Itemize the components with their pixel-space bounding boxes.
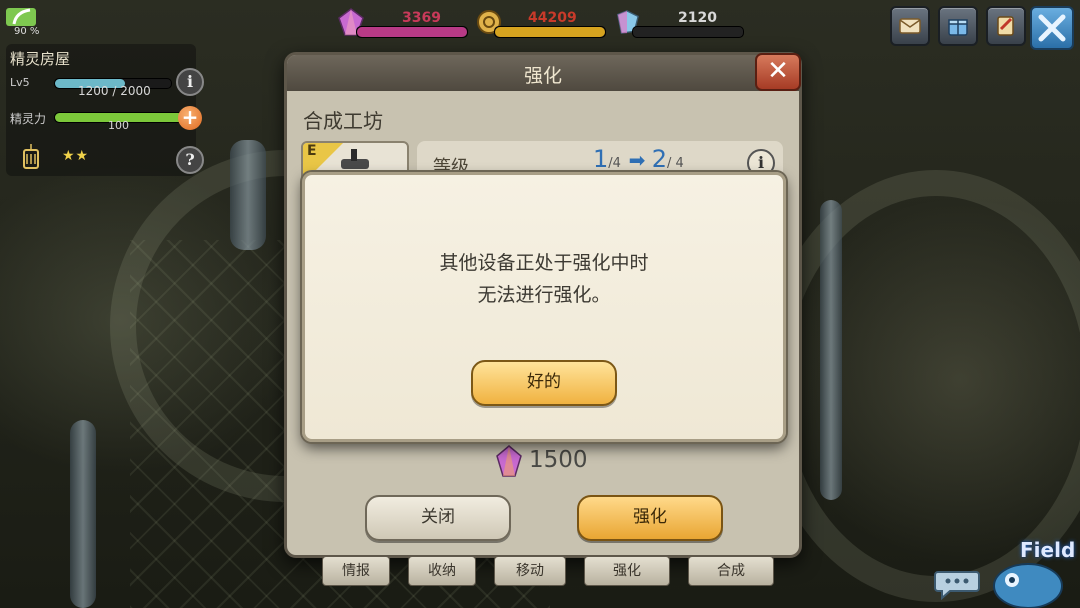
alert-dialog: 其他设备正处于强化中时 无法进行强化。 好的 [302,172,786,442]
arrow-right-icon: ➡ [628,148,652,172]
level-from: 1 [593,145,609,173]
level-to-max: / 4 [666,156,684,171]
gift-icon [948,19,968,36]
battery-percent: 90 % [14,26,40,37]
resource-coin: 44209 [476,10,606,38]
tab-storage[interactable]: 收纳 [408,556,476,586]
signal-icon [6,8,36,26]
dialog-line-1: 其他设备正处于强化中时 [439,252,649,274]
spirit-value: 100 [108,119,129,132]
crystal-count: 2120 [678,10,717,26]
panel-title: 强化 [523,65,562,87]
field-button[interactable]: Field [1020,538,1075,562]
mail-icon [899,18,921,34]
panel-subtitle: 合成工坊 [303,109,383,133]
level-values: 1/4 ➡ 2/ 4 [593,145,684,173]
add-spirit-button[interactable]: + [178,106,202,130]
item-grade: E [307,143,317,159]
bottom-tabs: 情报 收纳 移动 强化 合成 [322,556,774,586]
close-button[interactable]: 关闭 [365,495,511,541]
exp-text: 1200 / 2000 [78,84,151,98]
lantern-icon [23,144,39,169]
dialog-message: 其他设备正处于强化中时 无法进行强化。 [305,247,783,311]
house-level: Lv5 [10,76,30,89]
house-stars: ★★ [62,148,90,164]
quest-scroll-icon [997,16,1014,36]
level-from-max: /4 [608,156,621,171]
mail-button[interactable] [890,6,930,46]
chat-icon[interactable] [934,568,980,600]
spirit-label: 精灵力 [10,112,47,126]
exit-mode-button[interactable] [1030,6,1074,50]
house-info-button[interactable]: i [176,68,204,96]
ok-button[interactable]: 好的 [471,360,617,406]
gem-count: 3369 [402,10,441,26]
resource-crystal: 2120 [614,10,744,38]
exp-max: 2000 [120,84,151,98]
dialog-line-2: 无法进行强化。 [477,284,611,306]
coin-count: 44209 [528,10,577,26]
help-button[interactable]: ? [176,146,204,174]
upgrade-button[interactable]: 强化 [577,495,723,541]
exp-current: 1200 [78,84,109,98]
close-icon [1038,14,1066,42]
resource-gem: 3369 [338,8,468,38]
panel-close-button[interactable]: ✕ [755,53,801,91]
tab-combine[interactable]: 合成 [688,556,774,586]
tab-info[interactable]: 情报 [322,556,390,586]
level-to: 2 [651,145,667,173]
upgrade-cost: 1500 [495,443,595,477]
exp-separator: / [112,84,117,98]
tab-upgrade[interactable]: 强化 [584,556,670,586]
tab-move[interactable]: 移动 [494,556,566,586]
house-title: 精灵房屋 [10,50,71,68]
friends-button[interactable] [938,6,978,46]
cost-amount: 1500 [529,447,588,473]
quest-button[interactable] [986,6,1026,46]
purple-gem-icon [496,445,522,477]
